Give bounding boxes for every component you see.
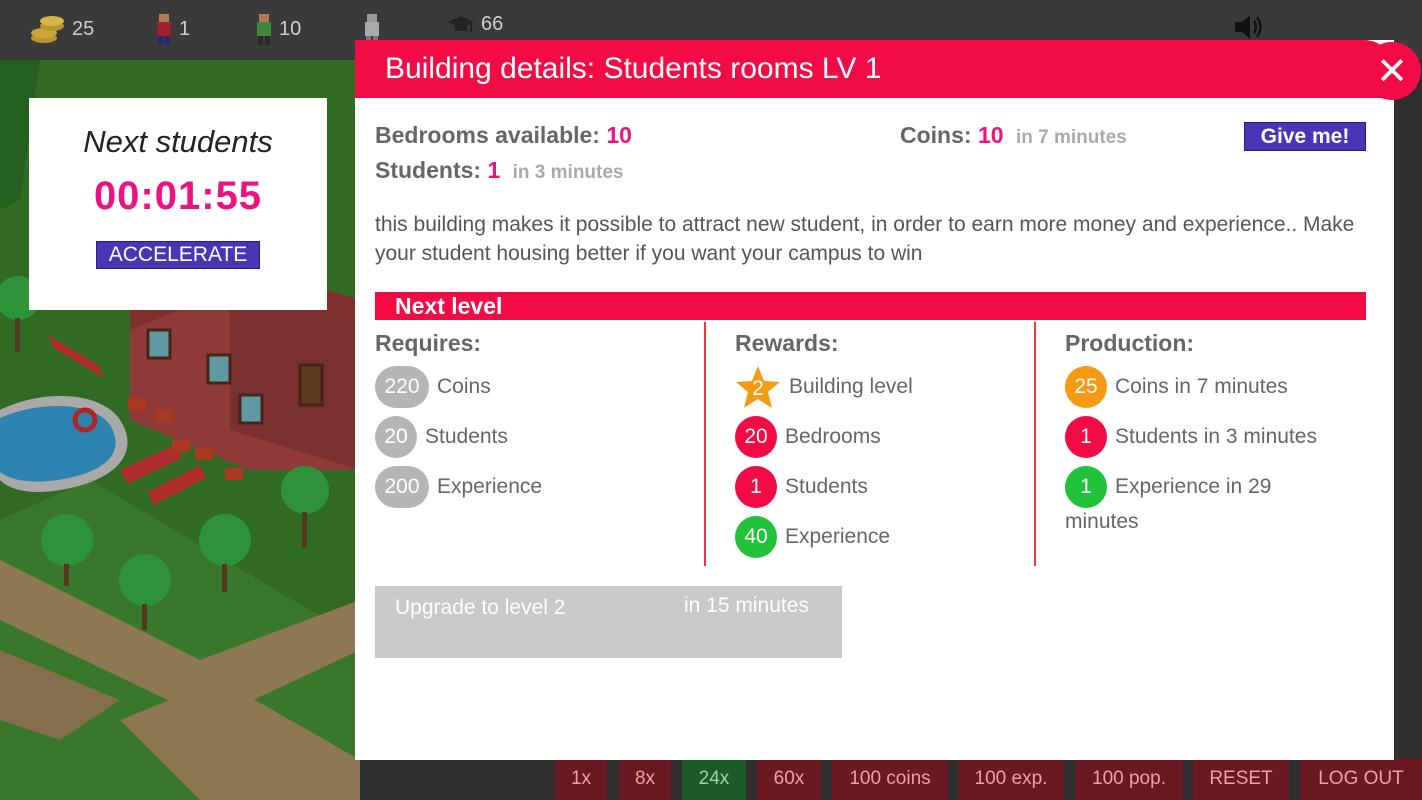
requires-column: Requires: 220 Coins 20 Students 200 Expe… — [375, 322, 705, 566]
add-100-coins-button[interactable]: 100 coins — [832, 758, 948, 800]
reset-button[interactable]: RESET — [1193, 758, 1289, 800]
students-suffix: in 3 minutes — [512, 162, 624, 183]
production-item: 25 Coins in 7 minutes — [1065, 366, 1288, 408]
upgrade-time: in 15 minutes — [684, 594, 809, 617]
rewards-badge-value: 2 — [752, 377, 764, 400]
upgrade-label: Upgrade to level 2 — [395, 596, 566, 619]
rewards-item-label: Bedrooms — [785, 425, 881, 448]
student-red-icon — [157, 14, 171, 45]
add-100-exp-button[interactable]: 100 exp. — [958, 758, 1064, 800]
rewards-badge: 1 — [735, 466, 777, 508]
accelerate-button[interactable]: ACCELERATE — [95, 241, 261, 269]
rewards-title: Rewards: — [735, 330, 839, 356]
hud-graduates: 66 — [447, 12, 503, 36]
requires-badge: 20 — [375, 416, 417, 458]
production-badge: 1 — [1065, 466, 1107, 508]
rewards-column: Rewards: 2 Building level 20 Bedrooms 1 … — [704, 322, 1034, 566]
requires-item: 220 Coins — [375, 366, 491, 408]
production-item: 1 Students in 3 minutes — [1065, 416, 1317, 458]
hud-students-green-value: 10 — [279, 17, 302, 40]
production-item: 1 Experience in 29 — [1065, 466, 1271, 508]
next-students-timer: 00:01:55 — [93, 174, 263, 218]
star-badge: 2 — [735, 364, 781, 410]
next-students-card: Next students 00:01:55 ACCELERATE — [29, 98, 327, 310]
bedrooms-value: 10 — [606, 122, 632, 148]
upgrade-button[interactable]: Upgrade to level 2 in 15 minutes — [375, 586, 842, 658]
requires-item: 20 Students — [375, 416, 508, 458]
hud-students-red: 1 — [155, 12, 190, 46]
requires-item-label: Coins — [437, 375, 491, 398]
give-me-button[interactable]: Give me! — [1244, 122, 1366, 151]
coins-icon — [31, 16, 64, 43]
building-description: this building makes it possible to attra… — [375, 213, 1355, 265]
hud-coins: 25 — [30, 12, 94, 46]
production-column: Production: 25 Coins in 7 minutes 1 Stud… — [1034, 322, 1366, 566]
coins-value: 10 — [977, 122, 1004, 148]
production-item-label-continued: minutes — [1065, 510, 1139, 533]
rewards-item-label: Experience — [785, 525, 891, 548]
hud-coins-value: 25 — [72, 17, 95, 40]
close-button[interactable]: ✕ — [1363, 42, 1421, 100]
requires-title: Requires: — [375, 330, 482, 356]
requires-item: 200 Experience — [375, 466, 542, 508]
modal-header: Building details: Students rooms LV 1 — [355, 40, 1394, 98]
hud-graduates-value: 66 — [481, 12, 504, 35]
production-item-continued: minutes — [1065, 510, 1139, 534]
production-badge: 1 — [1065, 416, 1107, 458]
speed-24x-button[interactable]: 24x — [682, 758, 746, 800]
add-100-pop-button[interactable]: 100 pop. — [1075, 758, 1183, 800]
requires-badge: 220 — [375, 366, 429, 408]
modal-title: Building details: Students rooms LV 1 — [385, 52, 882, 85]
student-green-icon — [257, 14, 271, 45]
next-students-title: Next students — [83, 124, 273, 159]
requires-item-label: Experience — [437, 475, 543, 498]
graduation-cap-icon — [448, 16, 474, 32]
requires-badge: 200 — [375, 466, 429, 508]
production-item-label: Students in 3 minutes — [1115, 425, 1317, 448]
speaker-icon — [1235, 15, 1262, 39]
rewards-badge: 20 — [735, 416, 777, 458]
production-item-label: Experience in 29 — [1115, 475, 1272, 498]
rewards-item: 40 Experience — [735, 516, 890, 558]
hud-students-green: 10 — [255, 12, 301, 46]
next-level-header: Next level — [375, 292, 1366, 320]
bedrooms-label: Bedrooms available: — [375, 122, 600, 148]
students-value: 1 — [487, 157, 501, 183]
logout-button[interactable]: LOG OUT — [1300, 758, 1422, 800]
rewards-badge: 40 — [735, 516, 777, 558]
requires-item-label: Students — [425, 425, 508, 448]
coins-label: Coins: — [900, 122, 972, 148]
production-title: Production: — [1065, 330, 1195, 356]
speed-8x-button[interactable]: 8x — [619, 758, 671, 800]
speed-60x-button[interactable]: 60x — [757, 758, 821, 800]
close-icon: ✕ — [1376, 50, 1408, 93]
speed-1x-button[interactable]: 1x — [555, 758, 607, 800]
rewards-item: 20 Bedrooms — [735, 416, 881, 458]
bedrooms-stat: Bedrooms available: 10 — [375, 122, 632, 149]
coins-suffix: in 7 minutes — [1015, 127, 1127, 148]
production-item-label: Coins in 7 minutes — [1115, 375, 1288, 398]
hud-students-red-value: 1 — [179, 17, 191, 40]
next-level-label: Next level — [395, 293, 503, 319]
students-stat: Students: 1 in 3 minutes — [375, 157, 624, 184]
rewards-item: 2 Building level — [735, 364, 913, 410]
rewards-item: 1 Students — [735, 466, 868, 508]
rewards-item-label: Building level — [789, 375, 913, 398]
rewards-item-label: Students — [785, 475, 868, 498]
coins-stat: Coins: 10 in 7 minutes — [900, 122, 1127, 149]
bottom-toolbar: 1x 8x 24x 60x 100 coins 100 exp. 100 pop… — [555, 758, 1422, 800]
building-details-modal: Building details: Students rooms LV 1 ✕ … — [355, 40, 1421, 760]
production-badge: 25 — [1065, 366, 1107, 408]
students-label: Students: — [375, 157, 482, 183]
